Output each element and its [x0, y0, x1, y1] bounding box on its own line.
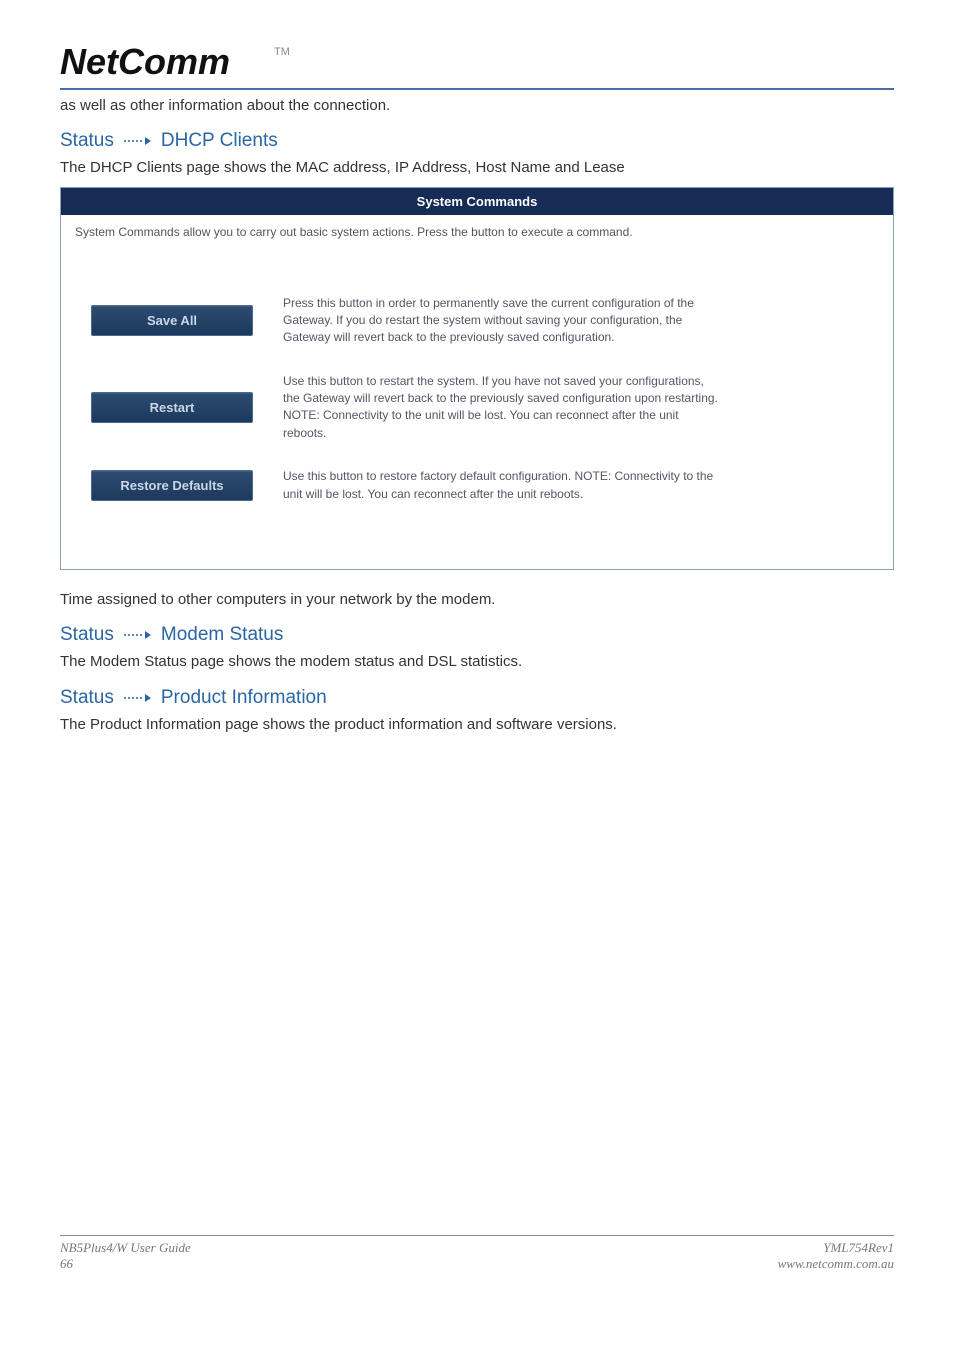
dots-arrow-icon [124, 137, 151, 145]
restart-description: Use this button to restart the system. I… [283, 373, 723, 443]
footer-right-url: www.netcomm.com.au [778, 1256, 894, 1272]
dhcp-paragraph: The DHCP Clients page shows the MAC addr… [60, 158, 894, 178]
page-footer: NB5Plus4/W User Guide 66 YML754Rev1 www.… [60, 1235, 894, 1272]
after-panel-text: Time assigned to other computers in your… [60, 590, 894, 610]
save-all-description: Press this button in order to permanentl… [283, 295, 723, 347]
product-paragraph: The Product Information page shows the p… [60, 715, 894, 735]
panel-title: System Commands [61, 188, 893, 215]
panel-subtitle: System Commands allow you to carry out b… [61, 215, 893, 249]
command-row-save: Save All Press this button in order to p… [91, 295, 863, 347]
restore-defaults-description: Use this button to restore factory defau… [283, 468, 723, 503]
heading-suffix: DHCP Clients [161, 130, 278, 152]
command-row-restore: Restore Defaults Use this button to rest… [91, 468, 863, 503]
footer-page-number: 66 [60, 1256, 191, 1272]
modem-paragraph: The Modem Status page shows the modem st… [60, 652, 894, 672]
trademark-symbol: TM [274, 46, 290, 58]
netcomm-logo-icon: NetComm [60, 40, 270, 84]
footer-right-rev: YML754Rev1 [778, 1240, 894, 1256]
section-heading-modem-status: Status Modem Status [60, 624, 894, 646]
header-divider [60, 88, 894, 90]
command-row-restart: Restart Use this button to restart the s… [91, 373, 863, 443]
restart-button[interactable]: Restart [91, 392, 253, 423]
heading-suffix: Product Information [161, 687, 327, 709]
system-commands-panel: System Commands System Commands allow yo… [60, 187, 894, 571]
restore-defaults-button[interactable]: Restore Defaults [91, 470, 253, 501]
section-heading-product-information: Status Product Information [60, 687, 894, 709]
section-heading-dhcp-clients: Status DHCP Clients [60, 130, 894, 152]
save-all-button[interactable]: Save All [91, 305, 253, 336]
heading-prefix: Status [60, 687, 114, 709]
dots-arrow-icon [124, 694, 151, 702]
footer-left-title: NB5Plus4/W User Guide [60, 1240, 191, 1256]
heading-prefix: Status [60, 624, 114, 646]
brand-logo: NetComm TM [60, 40, 894, 84]
dots-arrow-icon [124, 631, 151, 639]
intro-continuation-text: as well as other information about the c… [60, 96, 894, 116]
svg-text:NetComm: NetComm [60, 41, 230, 82]
heading-suffix: Modem Status [161, 624, 284, 646]
heading-prefix: Status [60, 130, 114, 152]
